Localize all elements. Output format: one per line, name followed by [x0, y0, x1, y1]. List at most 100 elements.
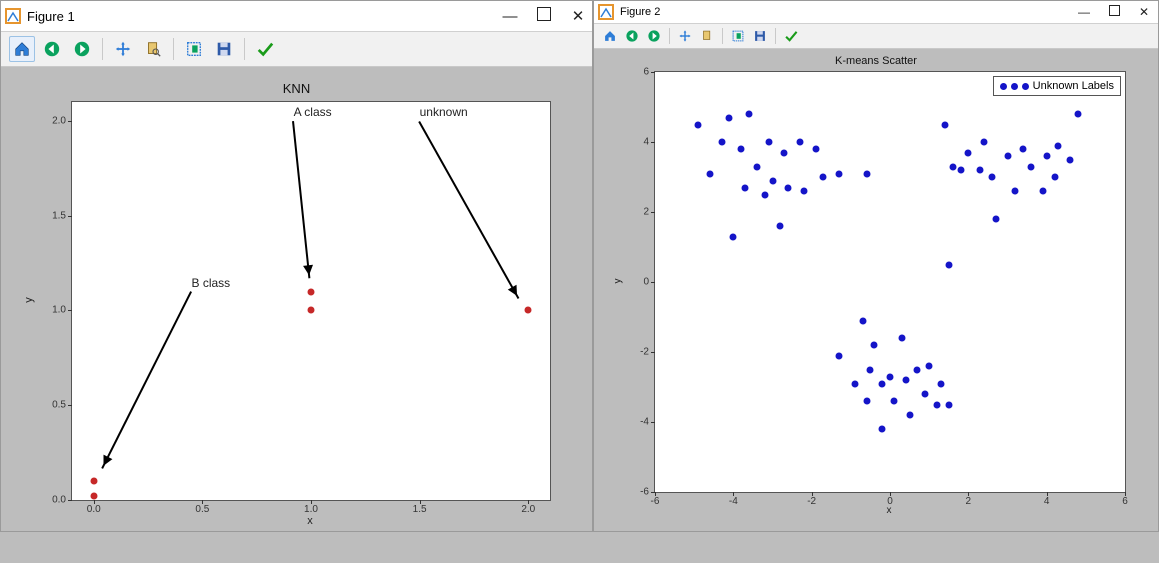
legend-marker — [1000, 83, 1007, 90]
data-point — [1055, 142, 1062, 149]
figure-1-window: Figure 1 — ✕ KNN 0.00.51.01.52.00.00.51.… — [0, 0, 593, 532]
back-icon[interactable] — [39, 36, 65, 62]
maximize-button[interactable] — [1106, 5, 1122, 19]
annotation-arrow — [292, 121, 310, 278]
data-point — [1004, 153, 1011, 160]
titlebar: Figure 1 — ✕ — [1, 1, 592, 32]
close-button[interactable]: ✕ — [1136, 5, 1152, 19]
annotation-arrow — [418, 121, 519, 299]
forward-icon[interactable] — [69, 36, 95, 62]
annotation-label: unknown — [420, 105, 468, 119]
x-axis-label: x — [654, 505, 1124, 563]
window-title: Figure 1 — [27, 9, 75, 24]
data-point — [308, 288, 315, 295]
data-point — [308, 307, 315, 314]
toolbar-separator — [102, 38, 103, 60]
data-point — [926, 363, 933, 370]
matplotlib-toolbar — [1, 32, 592, 67]
save-icon[interactable] — [750, 26, 770, 46]
data-point — [867, 366, 874, 373]
zoom-icon[interactable] — [140, 36, 166, 62]
x-tick: 1.5 — [413, 504, 427, 515]
y-tick: -2 — [640, 347, 649, 358]
chart-title: KNN — [1, 81, 592, 96]
data-point — [887, 373, 894, 380]
y-tick: 1.5 — [52, 210, 66, 221]
y-tick: 0 — [643, 277, 649, 288]
pan-icon[interactable] — [675, 26, 695, 46]
check-icon[interactable] — [252, 36, 278, 62]
data-point — [871, 342, 878, 349]
data-point — [738, 146, 745, 153]
configure-icon[interactable] — [181, 36, 207, 62]
data-point — [879, 426, 886, 433]
toolbar-separator — [669, 28, 670, 44]
data-point — [746, 111, 753, 118]
data-point — [525, 307, 532, 314]
data-point — [957, 167, 964, 174]
titlebar: Figure 2 — ✕ — [594, 1, 1158, 24]
data-point — [800, 188, 807, 195]
y-tick: 2 — [643, 207, 649, 218]
data-point — [1028, 163, 1035, 170]
minimize-button[interactable]: — — [502, 8, 518, 25]
data-point — [695, 121, 702, 128]
data-point — [934, 401, 941, 408]
minimize-button[interactable]: — — [1076, 5, 1092, 19]
annotation-label: B class — [192, 276, 231, 290]
data-point — [753, 163, 760, 170]
data-point — [1020, 146, 1027, 153]
back-icon[interactable] — [622, 26, 642, 46]
data-point — [90, 478, 97, 485]
data-point — [890, 398, 897, 405]
chart-legend: Unknown Labels — [993, 76, 1121, 96]
data-point — [761, 191, 768, 198]
chart-title: K-means Scatter — [594, 55, 1158, 67]
toolbar-separator — [244, 38, 245, 60]
data-point — [914, 366, 921, 373]
zoom-icon[interactable] — [697, 26, 717, 46]
home-icon[interactable] — [600, 26, 620, 46]
data-point — [785, 184, 792, 191]
data-point — [851, 380, 858, 387]
y-tick: -4 — [640, 417, 649, 428]
plot-canvas[interactable]: K-means Scatter -6-4-20246-6-4-20246 Unk… — [594, 49, 1158, 531]
data-point — [945, 401, 952, 408]
save-icon[interactable] — [211, 36, 237, 62]
configure-icon[interactable] — [728, 26, 748, 46]
figure-2-window: Figure 2 — ✕ K-means Scatter -6-4-20246-… — [593, 0, 1159, 532]
annotation-arrow — [101, 291, 192, 469]
data-point — [742, 184, 749, 191]
data-point — [1043, 153, 1050, 160]
plot-canvas[interactable]: KNN 0.00.51.01.52.00.00.51.01.52.0A clas… — [1, 67, 592, 531]
y-tick: 0.5 — [52, 400, 66, 411]
data-point — [1067, 156, 1074, 163]
pan-icon[interactable] — [110, 36, 136, 62]
data-point — [726, 114, 733, 121]
y-tick: 0.0 — [52, 495, 66, 506]
y-tick: 2.0 — [52, 115, 66, 126]
legend-marker — [1022, 83, 1029, 90]
data-point — [1039, 188, 1046, 195]
maximize-button[interactable] — [536, 7, 552, 25]
toolbar-separator — [775, 28, 776, 44]
data-point — [706, 170, 713, 177]
close-button[interactable]: ✕ — [570, 7, 586, 25]
data-point — [1051, 174, 1058, 181]
y-axis-label: y — [23, 297, 35, 303]
data-point — [859, 317, 866, 324]
x-tick: 0.5 — [195, 504, 209, 515]
data-point — [879, 380, 886, 387]
y-tick: -6 — [640, 487, 649, 498]
data-point — [836, 170, 843, 177]
data-point — [812, 146, 819, 153]
forward-icon[interactable] — [644, 26, 664, 46]
home-icon[interactable] — [9, 36, 35, 62]
annotation-label: A class — [294, 105, 332, 119]
data-point — [863, 398, 870, 405]
data-point — [718, 139, 725, 146]
check-icon[interactable] — [781, 26, 801, 46]
x-axis-label: x — [71, 515, 549, 563]
data-point — [965, 149, 972, 156]
x-tick: 0.0 — [87, 504, 101, 515]
